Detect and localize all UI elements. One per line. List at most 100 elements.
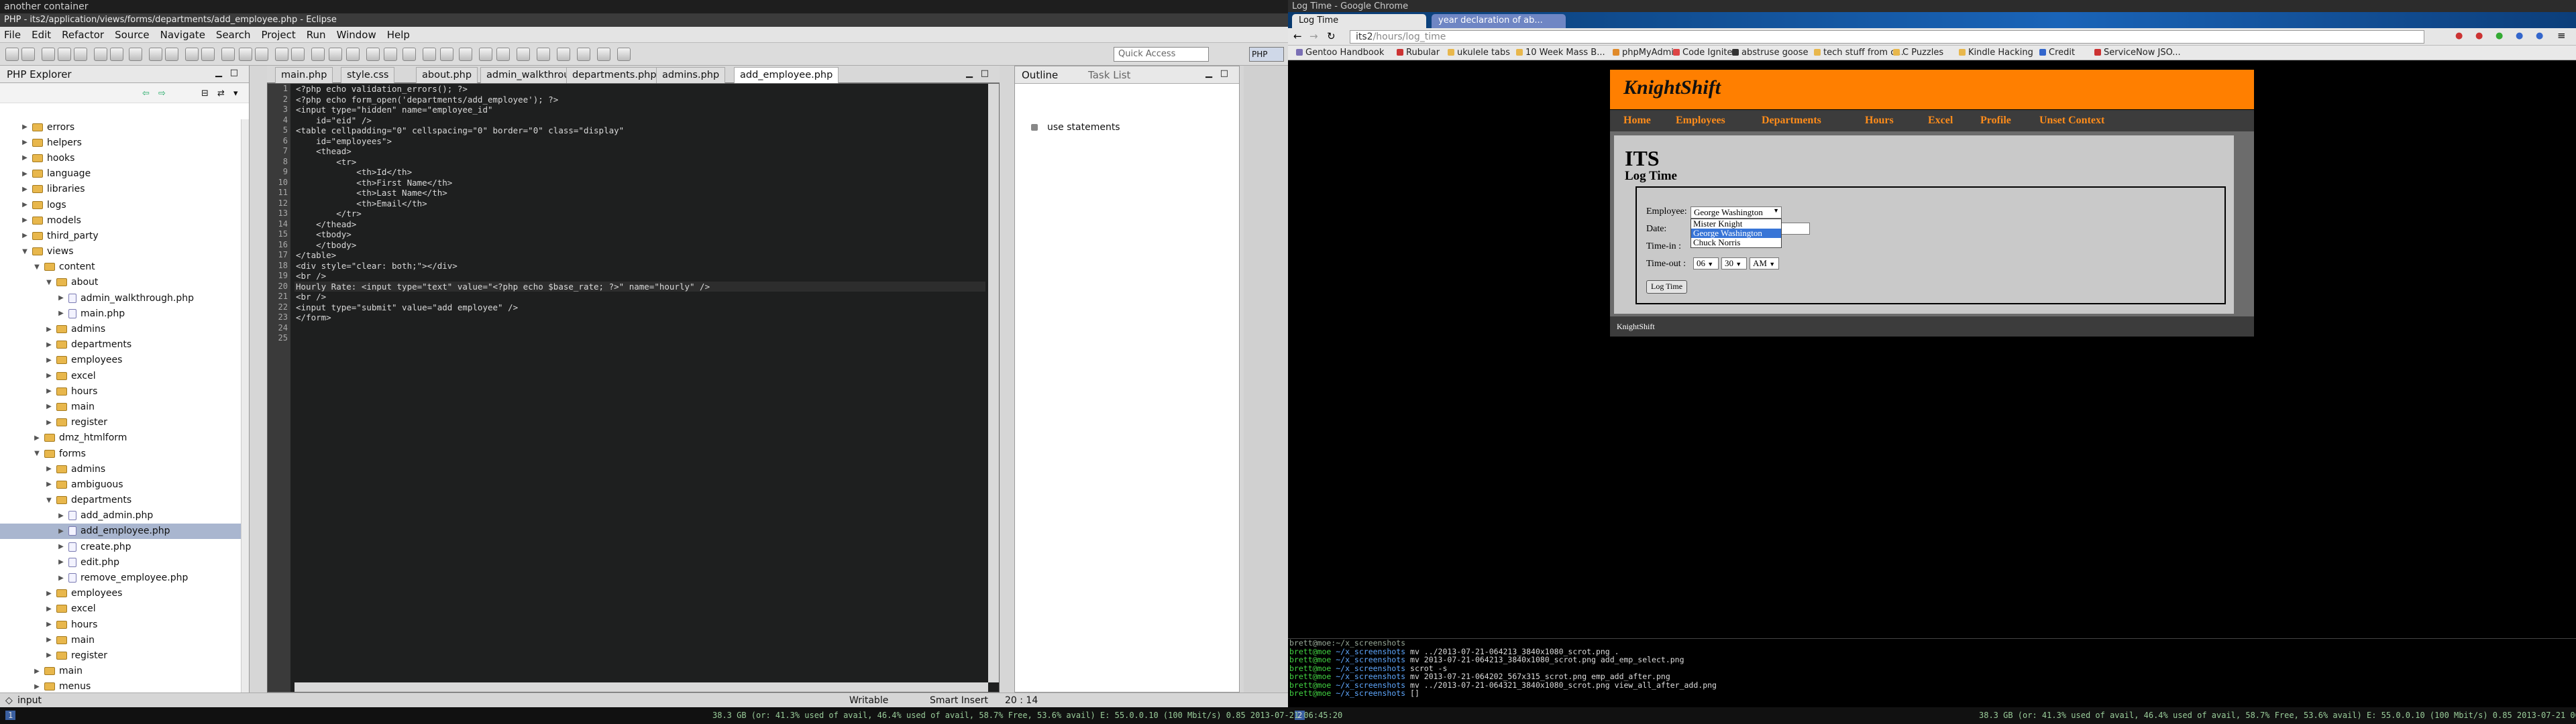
toolbar-button[interactable] [165, 48, 178, 61]
tree-folder[interactable]: ▶ departments [0, 337, 241, 353]
chevron-down-icon[interactable]: ▼ [20, 248, 30, 255]
toolbar-button[interactable] [366, 48, 380, 61]
tree-folder[interactable]: ▶ employees [0, 353, 241, 368]
chevron-right-icon[interactable]: ▶ [56, 528, 66, 535]
nav-profile[interactable]: Profile [1980, 115, 2011, 127]
tree-folder[interactable]: ▶ main [0, 632, 241, 648]
toolbar-button[interactable] [185, 48, 199, 61]
chevron-right-icon[interactable]: ▶ [20, 186, 30, 193]
chevron-down-icon[interactable]: ▼ [44, 279, 54, 286]
chevron-right-icon[interactable]: ▶ [32, 434, 42, 442]
bookmark[interactable]: Rubular [1397, 48, 1440, 58]
toolbar-button[interactable] [423, 48, 436, 61]
toolbar-button[interactable] [517, 48, 530, 61]
tree-folder[interactable]: ▼ views [0, 244, 241, 259]
extension-icon[interactable]: ● [2455, 31, 2463, 41]
chevron-right-icon[interactable]: ▶ [56, 294, 66, 302]
employee-select[interactable]: George Washington ▼ [1690, 206, 1782, 219]
tree-folder[interactable]: ▶ register [0, 648, 241, 663]
tree-folder[interactable]: ▶ excel [0, 368, 241, 383]
tree-file[interactable]: ▶ remove_employee.php [0, 570, 241, 585]
bookmark[interactable]: C Puzzles [1893, 48, 1943, 58]
editor-tab[interactable]: main.php [275, 67, 333, 83]
php-explorer-tab[interactable]: PHP Explorer ▁ □ [0, 66, 249, 83]
maximize-icon[interactable]: □ [230, 68, 238, 78]
extension-icon[interactable]: ● [2475, 31, 2483, 41]
tree-file[interactable]: ▶ admin_walkthrough.php [0, 290, 241, 306]
minimize-icon[interactable]: ▁ [966, 68, 973, 78]
tree-folder[interactable]: ▶ main [0, 664, 241, 679]
chevron-down-icon[interactable]: ▼ [32, 263, 42, 271]
toolbar-button[interactable] [221, 48, 235, 61]
toolbar-button[interactable] [346, 48, 360, 61]
tree-folder[interactable]: ▶ menus [0, 679, 241, 692]
tree-file[interactable]: ▶ edit.php [0, 554, 241, 570]
forward-icon[interactable]: → [1309, 30, 1318, 42]
nav-departments[interactable]: Departments [1762, 115, 1821, 127]
toolbar-button[interactable] [275, 48, 288, 61]
nav-unset-context[interactable]: Unset Context [2039, 115, 2104, 127]
code-area[interactable]: <?php echo validation_errors(); ?> <?php … [294, 84, 985, 682]
back-icon[interactable]: ← [1293, 30, 1302, 42]
chevron-right-icon[interactable]: ▶ [20, 139, 30, 146]
chevron-right-icon[interactable]: ▶ [44, 605, 54, 613]
time-out-minute-select[interactable]: 30 ▼ [1721, 257, 1747, 269]
toolbar-button[interactable] [537, 48, 550, 61]
menu-refactor[interactable]: Refactor [62, 29, 104, 41]
chevron-right-icon[interactable]: ▶ [20, 123, 30, 131]
toolbar-button[interactable] [311, 48, 325, 61]
nav-hours[interactable]: Hours [1865, 115, 1894, 127]
menu-icon[interactable]: ≡ [2557, 29, 2566, 42]
bookmark[interactable]: tech stuff from c... [1814, 48, 1904, 58]
tree-folder[interactable]: ▶ libraries [0, 182, 241, 197]
quick-access-input[interactable]: Quick Access [1114, 47, 1209, 62]
chevron-right-icon[interactable]: ▶ [56, 543, 66, 550]
forward-arrow-icon[interactable]: ⇨ [158, 88, 166, 99]
chevron-right-icon[interactable]: ▶ [44, 419, 54, 426]
chevron-right-icon[interactable]: ▶ [20, 232, 30, 239]
toolbar-button[interactable] [42, 48, 55, 61]
bookmark[interactable]: abstruse goose [1732, 48, 1809, 58]
tree-folder[interactable]: ▶ admins [0, 321, 241, 337]
outline-item[interactable]: use statements [1031, 122, 1120, 133]
tree-folder[interactable]: ▶ helpers [0, 135, 241, 150]
time-out-hour-select[interactable]: 06 ▼ [1693, 257, 1719, 269]
toolbar-button[interactable] [597, 48, 610, 61]
chevron-right-icon[interactable]: ▶ [32, 683, 42, 690]
link-editor-icon[interactable]: ⇄ [217, 88, 225, 99]
chevron-right-icon[interactable]: ▶ [44, 341, 54, 349]
dropdown-option[interactable]: Chuck Norris [1691, 238, 1781, 247]
tree-file[interactable]: ▶ add_employee.php [0, 523, 241, 540]
toolbar-button[interactable] [459, 48, 472, 61]
editor-tab[interactable]: admins.php [656, 67, 726, 83]
back-arrow-icon[interactable]: ⇦ [142, 88, 150, 99]
menu-navigate[interactable]: Navigate [160, 29, 205, 41]
chevron-right-icon[interactable]: ▶ [44, 590, 54, 597]
toolbar-button[interactable] [74, 48, 87, 61]
tree-file[interactable]: ▶ main.php [0, 306, 241, 321]
tree-folder[interactable]: ▶ admins [0, 461, 241, 477]
toolbar-button[interactable] [617, 48, 631, 61]
reload-icon[interactable]: ↻ [1327, 30, 1336, 42]
view-menu-icon[interactable]: ▾ [233, 88, 238, 99]
chevron-right-icon[interactable]: ▶ [20, 170, 30, 178]
nav-excel[interactable]: Excel [1928, 115, 1953, 127]
menu-help[interactable]: Help [387, 29, 410, 41]
tree-file[interactable]: ▶ create.php [0, 539, 241, 554]
toolbar-button[interactable] [110, 48, 123, 61]
menu-project[interactable]: Project [261, 29, 295, 41]
extension-icon[interactable]: ● [2536, 31, 2543, 41]
site-logo[interactable]: KnightShift [1623, 76, 1721, 99]
tree-folder[interactable]: ▶ dmz_htmlform [0, 430, 241, 446]
toolbar-button[interactable] [440, 48, 453, 61]
php-perspective-button[interactable]: PHP [1249, 47, 1284, 62]
chevron-right-icon[interactable]: ▶ [44, 621, 54, 628]
menu-source[interactable]: Source [115, 29, 150, 41]
time-out-ampm-select[interactable]: AM ▼ [1750, 257, 1779, 269]
dropdown-option[interactable]: George Washington [1691, 229, 1781, 238]
bookmark[interactable]: ServiceNow JSO... [2094, 48, 2181, 58]
tree-folder[interactable]: ▼ content [0, 259, 241, 275]
menu-file[interactable]: File [4, 29, 21, 41]
toolbar-button[interactable] [255, 48, 268, 61]
bookmark[interactable]: Code Igniter [1673, 48, 1736, 58]
